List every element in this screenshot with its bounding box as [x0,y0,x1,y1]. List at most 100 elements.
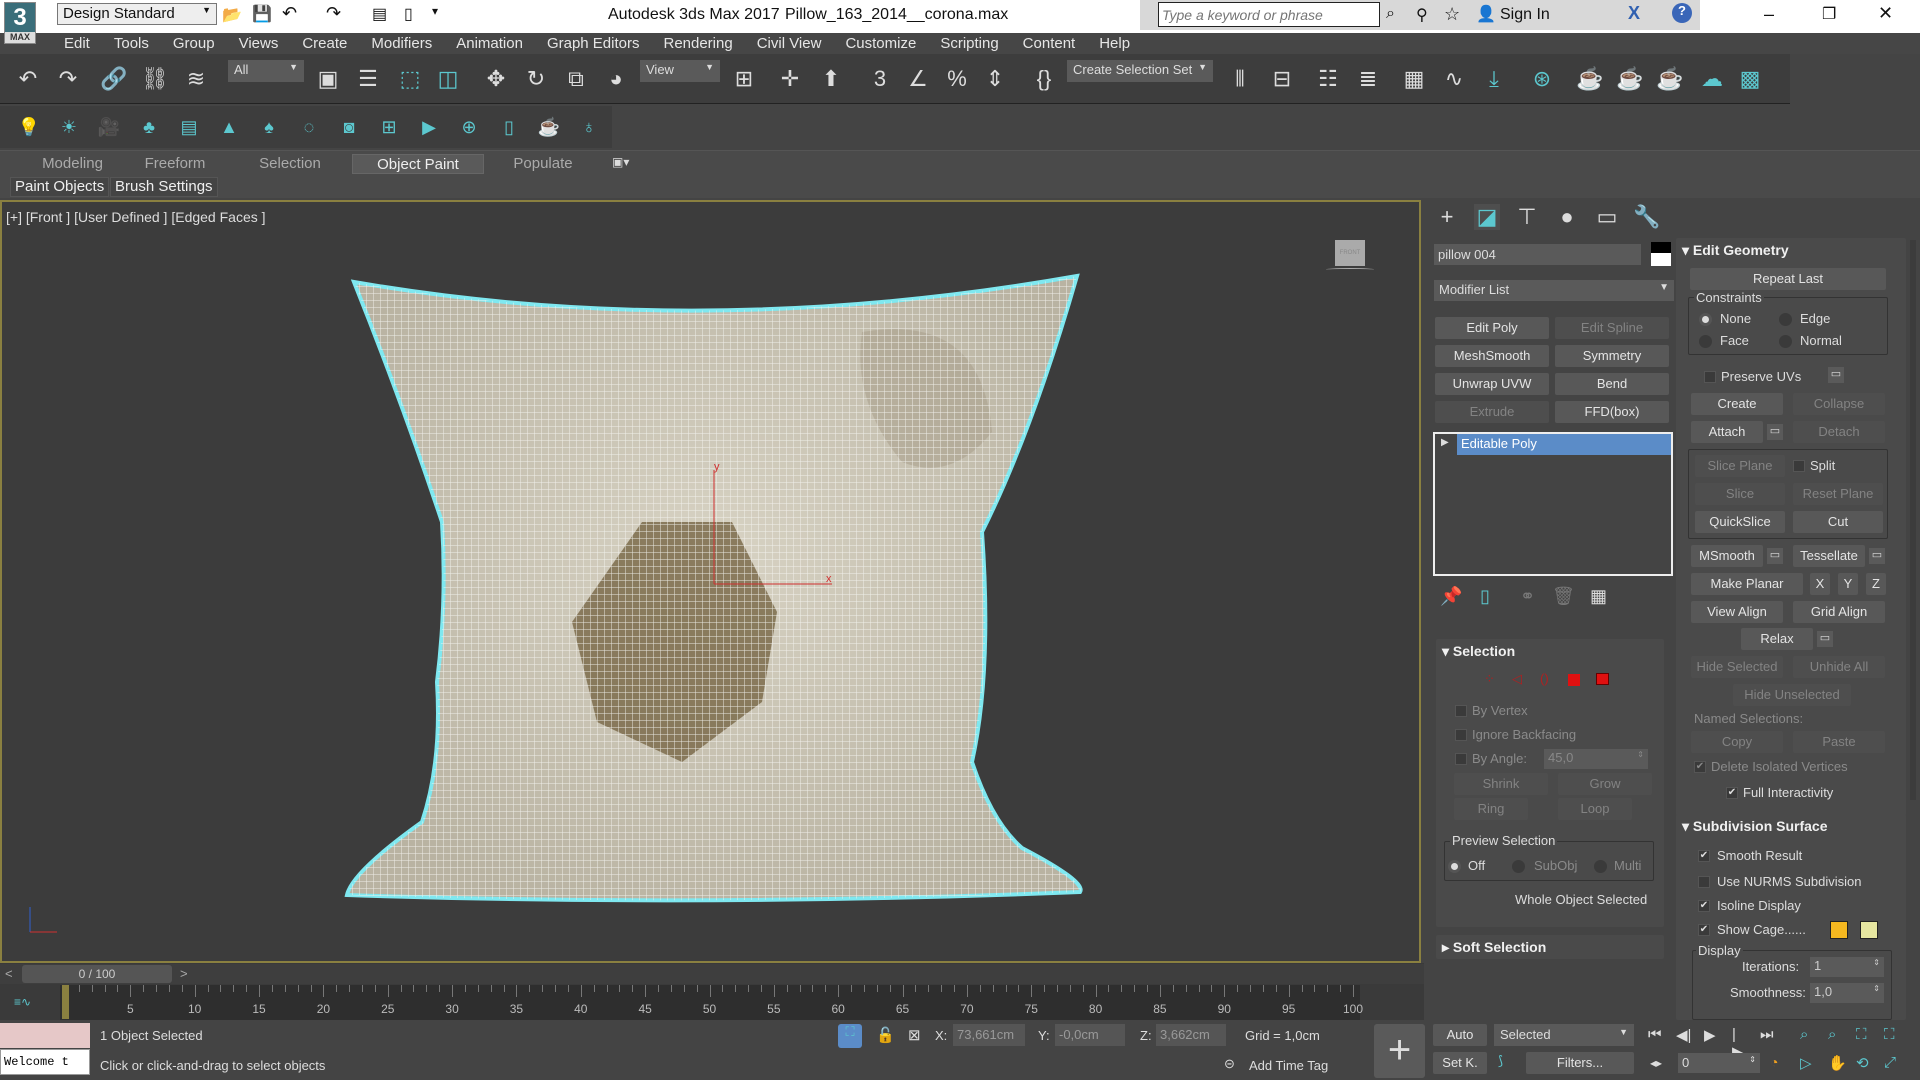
prev-frame-button[interactable]: < [5,966,13,981]
teapot-icon[interactable]: ☕ [536,114,562,140]
next-frame-button[interactable]: > [180,966,188,981]
preview-subobj-radio[interactable] [1512,860,1525,873]
panel-paint-objects[interactable]: Paint Objects [10,177,110,197]
tab-populate[interactable]: Populate [488,154,598,174]
tessellate-button[interactable]: Tessellate [1793,545,1865,567]
selection-filter-dropdown[interactable]: All ▼ [228,60,304,82]
panel-icon[interactable]: ▯ [496,114,522,140]
object-color-swatch[interactable] [1651,242,1671,266]
zoom-extents-icon[interactable]: ⛶ [1856,1026,1867,1043]
undo-icon[interactable]: ↶ [282,3,297,24]
app-logo[interactable]: 3 MAX [4,2,36,44]
curve-editor-icon[interactable]: ∿ [1441,66,1467,92]
selection-lock-icon[interactable]: 🔓 [876,1026,895,1044]
paste-button[interactable]: Paste [1793,731,1885,753]
edit-geometry-header[interactable]: ▾ Edit Geometry [1682,242,1789,259]
open-file-icon[interactable]: 📂 [222,5,242,25]
tab-freeform[interactable]: Freeform [120,154,230,174]
by-angle-spinner[interactable]: 45,0 ⇕ [1544,749,1648,769]
tab-selection[interactable]: Selection [235,154,345,174]
orbit-icon[interactable]: ⟲ [1856,1054,1869,1072]
ffd-box-button[interactable]: FFD(box) [1555,401,1669,423]
view-align-button[interactable]: View Align [1691,601,1783,623]
configure-modifier-sets-icon[interactable]: ▦ [1590,586,1607,607]
soft-selection-rollout[interactable]: ▸ Soft Selection [1436,935,1664,959]
tab-utilities-icon[interactable]: 🔧 [1633,204,1660,230]
smooth-result-checkbox[interactable]: ✔ [1698,850,1710,862]
render-setup-icon[interactable]: ☕ [1576,66,1603,92]
play-icon[interactable]: ▶ [1704,1026,1716,1044]
new-file-icon[interactable]: ▯ [404,4,413,24]
customize-qat-icon[interactable]: ▾ [432,4,438,18]
zoom-all-icon[interactable]: ⌕ [1828,1026,1836,1043]
copy-button[interactable]: Copy [1691,731,1783,753]
rotate-icon[interactable]: ↻ [523,66,549,92]
named-selection-set-dropdown[interactable]: Create Selection Set ▼ [1067,60,1213,82]
menu-scripting[interactable]: Scripting [928,33,1010,54]
show-cage-checkbox[interactable]: ✔ [1698,924,1710,936]
border-mode-icon[interactable]: () [1540,671,1549,686]
subdivision-surface-header[interactable]: ▾ Subdivision Surface [1682,818,1828,835]
loop-button[interactable]: Loop [1558,798,1632,820]
edge-mode-icon[interactable]: ◁ [1512,671,1522,687]
planar-y-button[interactable]: Y [1838,573,1858,595]
slice-button[interactable]: Slice [1695,483,1785,505]
reference-coordinate-dropdown[interactable]: View ▼ [640,60,720,82]
constraint-none-radio[interactable] [1699,313,1712,326]
tessellate-settings-icon[interactable]: ▭ [1869,548,1885,564]
add-time-tag-button[interactable]: Add Time Tag [1249,1058,1328,1073]
select-by-name-icon[interactable]: ☰ [355,66,381,92]
edit-spline-button[interactable]: Edit Spline [1555,317,1669,339]
zoom-icon[interactable]: ⌕ [1800,1026,1808,1043]
select-object-icon[interactable]: ▣ [315,66,341,92]
symmetry-button[interactable]: Symmetry [1555,345,1669,367]
key-mode-toggle-icon[interactable]: ◂▸ [1650,1056,1662,1070]
track-bar[interactable]: 5 10 15 20 25 30 35 40 45 50 55 60 65 70 75 80 85 90 95 100 [60,985,1363,1020]
camera-icon[interactable]: 🎥 [96,114,122,140]
spinner-snap-icon[interactable]: ⇕ [982,66,1008,92]
hide-unselected-button[interactable]: Hide Unselected [1733,684,1851,706]
tab-object-paint[interactable]: Object Paint [352,154,484,174]
select-manipulate-icon[interactable]: ✛ [777,66,803,92]
angle-snap-icon[interactable]: ∠ [905,66,931,92]
cage-selected-color-swatch[interactable] [1860,921,1878,939]
render-iterative-icon[interactable]: ▩ [1737,66,1763,92]
slice-plane-button[interactable]: Slice Plane [1695,455,1785,477]
align-icon[interactable]: ⊟ [1269,66,1295,92]
field-of-view-icon[interactable]: ▷ [1800,1054,1812,1072]
move-icon[interactable]: ✥ [483,66,509,92]
x-coordinate-field[interactable]: 73,661cm [953,1024,1025,1046]
help-icon[interactable]: ? [1672,3,1692,23]
collapse-button[interactable]: Collapse [1793,393,1885,415]
selection-rollout-header[interactable]: ▾ Selection [1442,643,1515,660]
menu-rendering[interactable]: Rendering [651,33,744,54]
preserve-uvs-checkbox[interactable] [1704,371,1716,383]
ring-button[interactable]: Ring [1454,798,1528,820]
tree-icon[interactable]: ♣ [136,114,162,140]
preview-off-radio[interactable] [1448,860,1461,873]
viewport-front[interactable]: [+] [Front ] [User Defined ] [Edged Face… [0,200,1421,963]
grid-align-button[interactable]: Grid Align [1793,601,1885,623]
shrink-button[interactable]: Shrink [1454,773,1548,795]
binoculars-icon[interactable]: ⌕ [1386,5,1395,23]
cage-color-swatch[interactable] [1830,921,1848,939]
place-icon[interactable]: ◕ [603,66,629,92]
time-tag-icon[interactable]: ⊝ [1224,1056,1235,1072]
viewport-frame-icon[interactable]: ⊞ [376,114,402,140]
exchange-icon[interactable]: X [1628,3,1640,24]
quickslice-button[interactable]: QuickSlice [1695,511,1785,533]
frame-play-icon[interactable]: ▶ [416,114,442,140]
tab-hierarchy-icon[interactable]: ⊤ [1514,204,1540,230]
relax-button[interactable]: Relax [1741,628,1813,650]
smoothness-spinner[interactable]: 1,0 ⇕ [1810,983,1884,1003]
maxscript-listener[interactable] [0,1023,90,1048]
polygon-mode-icon[interactable] [1568,674,1580,686]
cut-button[interactable]: Cut [1793,511,1883,533]
attach-settings-icon[interactable]: ▭ [1767,424,1783,440]
project-icon[interactable]: ▤ [372,4,387,24]
sun-icon[interactable]: ☀ [56,114,82,140]
search-input[interactable] [1158,2,1380,27]
isoline-display-checkbox[interactable]: ✔ [1698,900,1710,912]
pillow-mesh[interactable] [344,273,1083,903]
by-angle-checkbox[interactable] [1455,753,1467,765]
